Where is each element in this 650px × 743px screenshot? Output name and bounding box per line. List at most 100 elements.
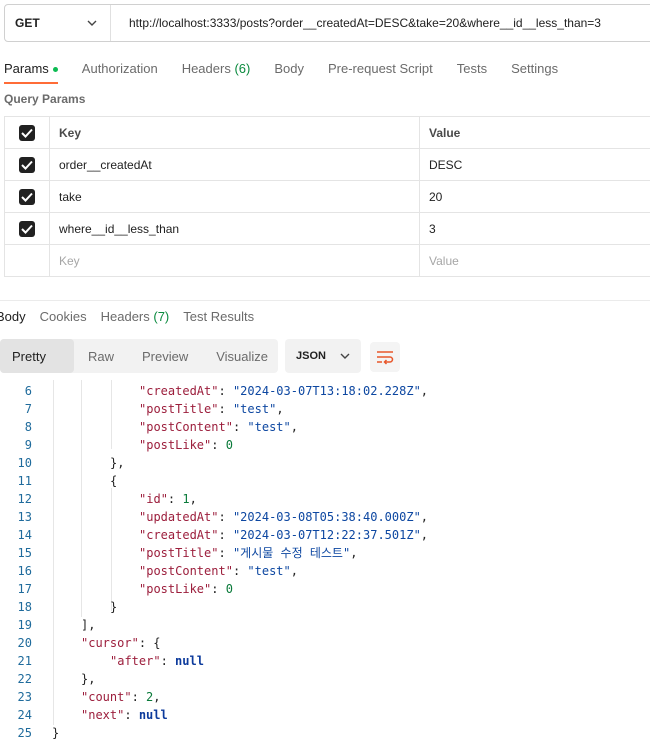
- tab-label: Body: [0, 308, 26, 324]
- param-value[interactable]: DESC: [419, 148, 650, 181]
- json-key: postContent: [146, 564, 226, 578]
- params-header-row: Key Value: [4, 116, 650, 149]
- checkbox-cell: [4, 212, 50, 245]
- code-line: 12 "id": 1,: [0, 490, 650, 508]
- view-mode-visualize[interactable]: Visualize: [202, 339, 282, 373]
- tab-label: Cookies: [39, 308, 87, 324]
- check-icon: [21, 192, 33, 202]
- tab-count-badge: (7): [153, 308, 170, 324]
- code-line: 10},: [0, 454, 650, 472]
- code-text: }: [52, 724, 59, 742]
- code-line: 8 "postContent": "test",: [0, 418, 650, 436]
- code-text: },: [81, 670, 95, 688]
- code-text: ],: [81, 616, 95, 634]
- method-select[interactable]: GET: [5, 5, 111, 41]
- json-value: "2024-03-07T13:18:02.228Z": [232, 384, 421, 398]
- response-body-editor[interactable]: 6 "createdAt": "2024-03-07T13:18:02.228Z"…: [0, 380, 650, 743]
- query-params-title: Query Params: [4, 92, 86, 106]
- check-icon: [21, 160, 33, 170]
- table-row: order__createdAt DESC: [4, 148, 650, 181]
- code-line: 22},: [0, 670, 650, 688]
- json-value: 2: [146, 690, 154, 704]
- json-key: id: [146, 492, 161, 506]
- json-key: next: [88, 708, 118, 722]
- param-checkbox[interactable]: [19, 188, 35, 205]
- line-number: 17: [17, 582, 32, 596]
- line-number: 8: [24, 420, 32, 434]
- chevron-down-icon: [340, 353, 350, 359]
- response-tab-headers[interactable]: Headers (7): [101, 309, 170, 324]
- new-value-input[interactable]: Value: [419, 244, 650, 277]
- code-line: 25}: [0, 724, 650, 742]
- response-tab-cookies[interactable]: Cookies: [40, 309, 87, 324]
- tab-label: Pre-request Script: [327, 60, 433, 76]
- param-value[interactable]: 20: [419, 180, 650, 213]
- url-input[interactable]: http://localhost:3333/posts?order__creat…: [111, 16, 601, 30]
- json-value: "게시물 수정 테스트": [232, 546, 351, 560]
- code-text: "postTitle": "게시물 수정 테스트",: [139, 546, 358, 560]
- select-all-checkbox[interactable]: [19, 124, 35, 141]
- query-params-table: Key Value order__createdAt DESC take 20 where_…: [4, 116, 650, 277]
- code-line: 19],: [0, 616, 650, 634]
- code-punctuation: {: [110, 474, 118, 488]
- response-tab-test-results[interactable]: Test Results: [183, 309, 254, 324]
- checkbox-cell: [4, 148, 50, 181]
- json-value: "2024-03-08T05:38:40.000Z": [232, 510, 421, 524]
- tab-settings[interactable]: Settings: [511, 61, 558, 76]
- tab-authorization[interactable]: Authorization: [82, 61, 158, 76]
- format-label: JSON: [296, 350, 326, 362]
- code-text: "postContent": "test",: [139, 564, 298, 578]
- json-key: postLike: [146, 438, 205, 452]
- line-number: 12: [17, 492, 32, 506]
- code-text: "updatedAt": "2024-03-08T05:38:40.000Z",: [139, 510, 429, 524]
- param-key[interactable]: take: [49, 180, 420, 213]
- code-punctuation: }: [110, 600, 118, 614]
- param-key[interactable]: where__id__less_than: [49, 212, 420, 245]
- code-line: 18}: [0, 598, 650, 616]
- wrap-lines-button[interactable]: [370, 342, 400, 372]
- tab-tests[interactable]: Tests: [457, 61, 487, 76]
- empty-checkbox-cell: [4, 244, 50, 277]
- code-text: "next": null: [81, 708, 168, 722]
- param-value[interactable]: 3: [419, 212, 650, 245]
- tab-headers[interactable]: Headers (6): [182, 61, 251, 76]
- code-text: },: [110, 454, 124, 472]
- line-number: 19: [17, 618, 32, 632]
- json-value: {: [153, 636, 161, 650]
- code-text: "createdAt": "2024-03-07T12:22:37.501Z",: [139, 528, 429, 542]
- param-checkbox[interactable]: [19, 220, 35, 237]
- method-label: GET: [15, 16, 40, 30]
- code-line: 24 "next": null: [0, 706, 650, 724]
- response-tab-body[interactable]: Body: [0, 309, 26, 324]
- wrap-lines-icon: [377, 351, 394, 365]
- tab-label: Headers: [181, 60, 231, 76]
- param-key[interactable]: order__createdAt: [49, 148, 420, 181]
- json-value: "2024-03-07T12:22:37.501Z": [232, 528, 421, 542]
- json-key: cursor: [88, 636, 132, 650]
- checkbox-cell: [4, 180, 50, 213]
- view-mode-pretty[interactable]: Pretty: [0, 339, 74, 373]
- view-mode-preview[interactable]: Preview: [128, 339, 202, 373]
- new-key-input[interactable]: Key: [49, 244, 420, 277]
- code-line: 20 "cursor": {: [0, 634, 650, 652]
- code-line: 17 "postLike": 0: [0, 580, 650, 598]
- code-punctuation: ],: [81, 618, 96, 632]
- json-key: postLike: [146, 582, 205, 596]
- request-url-bar: GET http://localhost:3333/posts?order__c…: [4, 4, 650, 42]
- tab-pre-request-script[interactable]: Pre-request Script: [328, 61, 433, 76]
- code-line: 21 "after": null: [0, 652, 650, 670]
- tab-params[interactable]: Params: [4, 61, 58, 84]
- line-number: 15: [17, 546, 32, 560]
- param-checkbox[interactable]: [19, 156, 35, 173]
- tab-body[interactable]: Body: [274, 61, 304, 76]
- view-mode-selector: Pretty Raw Preview Visualize: [0, 339, 278, 373]
- format-select[interactable]: JSON: [285, 339, 361, 373]
- view-mode-raw[interactable]: Raw: [74, 339, 128, 373]
- table-row: take 20: [4, 180, 650, 213]
- json-key: createdAt: [146, 528, 212, 542]
- code-text: "postLike": 0: [139, 438, 233, 452]
- line-number: 16: [17, 564, 32, 578]
- line-number: 25: [17, 726, 32, 740]
- section-divider: [0, 300, 650, 301]
- json-key: after: [117, 654, 154, 668]
